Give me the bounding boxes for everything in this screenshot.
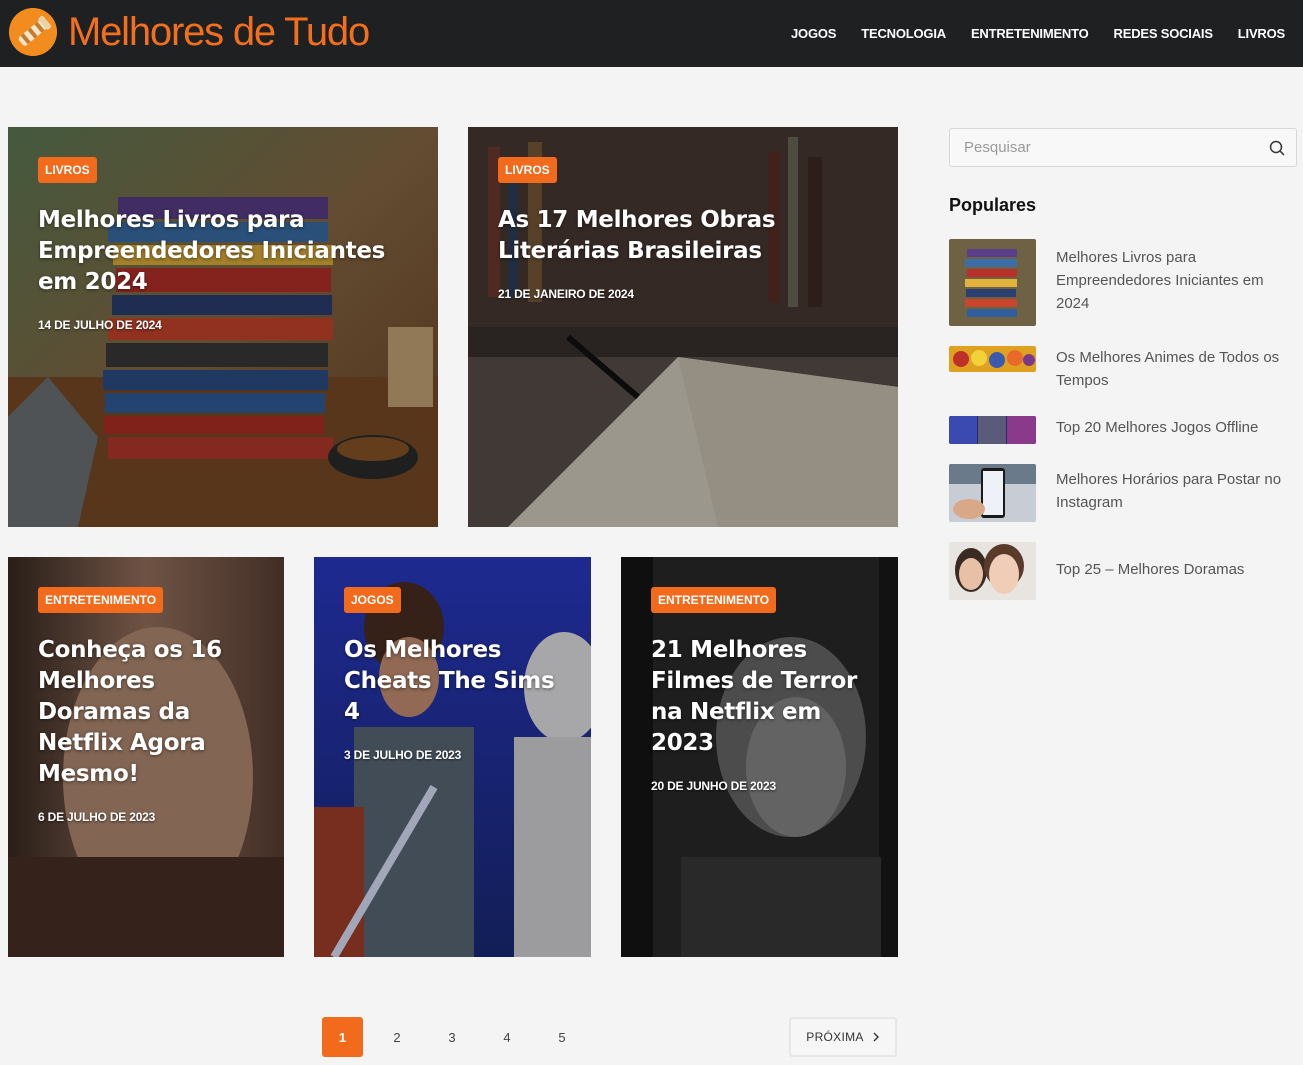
popular-thumbnail[interactable] [949, 239, 1036, 326]
pagination-current[interactable]: 1 [322, 1017, 363, 1057]
post-title[interactable]: Conheça os 16 Melhores Doramas da Netfli… [38, 635, 260, 790]
post-content: LIVROS As 17 Melhores Obras Literárias B… [498, 157, 874, 301]
popular-title[interactable]: Melhores Livros para Empreendedores Inic… [1056, 246, 1296, 315]
category-badge[interactable]: JOGOS [344, 587, 401, 613]
post-title[interactable]: 21 Melhores Filmes de Terror na Netflix … [651, 635, 874, 759]
popular-title[interactable]: Top 20 Melhores Jogos Offline [1056, 416, 1296, 439]
nav-item-tecnologia[interactable]: TECNOLOGIA [861, 26, 946, 41]
next-page-button[interactable]: PRÓXIMA [789, 1017, 897, 1057]
site-title[interactable]: Melhores de Tudo [68, 8, 370, 56]
post-title[interactable]: Melhores Livros para Empreendedores Inic… [38, 205, 414, 298]
post-content: LIVROS Melhores Livros para Empreendedor… [38, 157, 414, 332]
post-content: JOGOS Os Melhores Cheats The Sims 4 3 DE… [344, 587, 567, 762]
main-nav: JOGOS TECNOLOGIA ENTRETENIMENTO REDES SO… [791, 0, 1285, 67]
popular-title[interactable]: Top 25 – Melhores Doramas [1056, 558, 1296, 581]
post-card[interactable]: LIVROS Melhores Livros para Empreendedor… [8, 127, 438, 527]
category-badge[interactable]: ENTRETENIMENTO [38, 587, 164, 613]
nav-item-redes-sociais[interactable]: REDES SOCIAIS [1114, 26, 1213, 41]
popular-heading: Populares [949, 195, 1037, 215]
category-badge[interactable]: LIVROS [38, 157, 97, 183]
search-icon[interactable] [1269, 140, 1285, 156]
site-logo-icon[interactable] [9, 8, 57, 56]
post-title[interactable]: As 17 Melhores Obras Literárias Brasilei… [498, 205, 874, 267]
nav-item-livros[interactable]: LIVROS [1238, 26, 1285, 41]
next-page-label: PRÓXIMA [806, 1030, 864, 1044]
post-card[interactable]: ENTRETENIMENTO Conheça os 16 Melhores Do… [8, 557, 284, 957]
category-badge[interactable]: ENTRETENIMENTO [651, 587, 777, 613]
post-date: 6 DE JULHO DE 2023 [38, 810, 156, 824]
popular-thumbnail[interactable] [949, 346, 1036, 372]
pagination-page-5[interactable]: 5 [547, 1017, 577, 1057]
site-header: Melhores de Tudo JOGOS TECNOLOGIA ENTRET… [0, 0, 1303, 67]
post-card[interactable]: ENTRETENIMENTO 21 Melhores Filmes de Ter… [621, 557, 898, 957]
pagination-page-2[interactable]: 2 [382, 1017, 412, 1057]
post-date: 20 DE JUNHO DE 2023 [651, 779, 776, 793]
category-badge[interactable]: LIVROS [498, 157, 557, 183]
nav-item-jogos[interactable]: JOGOS [791, 26, 836, 41]
popular-thumbnail[interactable] [949, 464, 1036, 522]
post-card[interactable]: LIVROS As 17 Melhores Obras Literárias B… [468, 127, 898, 527]
post-card[interactable]: JOGOS Os Melhores Cheats The Sims 4 3 DE… [314, 557, 591, 957]
post-date: 14 DE JULHO DE 2024 [38, 318, 162, 332]
post-content: ENTRETENIMENTO 21 Melhores Filmes de Ter… [651, 587, 874, 793]
popular-thumbnail[interactable] [949, 542, 1036, 600]
popular-thumbnail[interactable] [949, 416, 1036, 444]
post-title[interactable]: Os Melhores Cheats The Sims 4 [344, 635, 567, 728]
popular-title[interactable]: Melhores Horários para Postar no Instagr… [1056, 468, 1296, 514]
nav-item-entretenimento[interactable]: ENTRETENIMENTO [971, 26, 1089, 41]
search-input[interactable] [950, 129, 1250, 166]
pagination-page-3[interactable]: 3 [437, 1017, 467, 1057]
popular-title[interactable]: Os Melhores Animes de Todos os Tempos [1056, 346, 1296, 392]
chevron-right-icon [873, 1032, 879, 1042]
post-date: 21 DE JANEIRO DE 2024 [498, 287, 634, 301]
post-content: ENTRETENIMENTO Conheça os 16 Melhores Do… [38, 587, 260, 824]
pagination-page-4[interactable]: 4 [492, 1017, 522, 1057]
post-date: 3 DE JULHO DE 2023 [344, 748, 462, 762]
search-box [949, 128, 1297, 167]
